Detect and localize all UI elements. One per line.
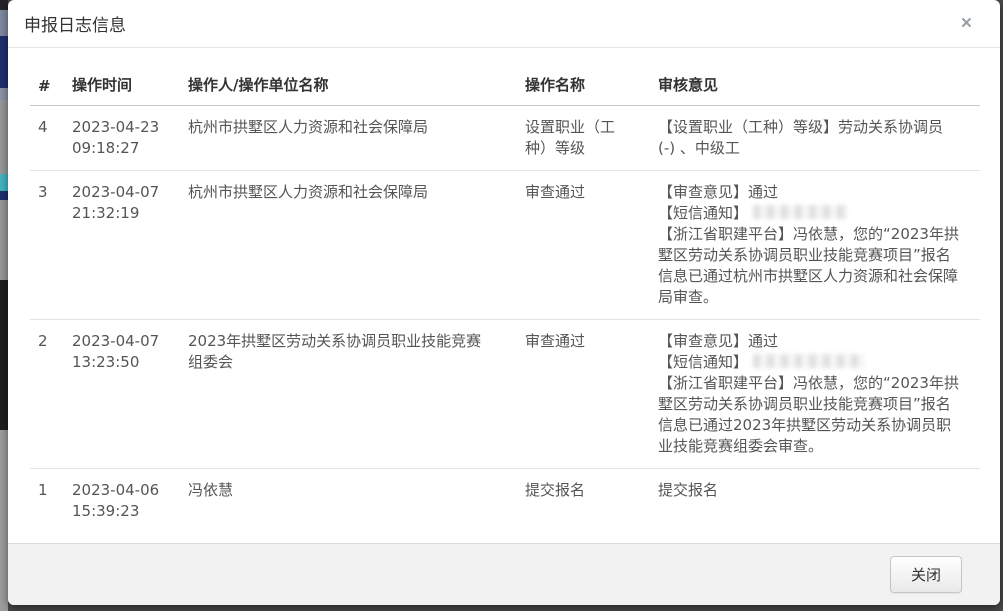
operation-name: 提交报名	[517, 469, 650, 534]
review-opinion: 【审查意见】通过 【短信通知】 【浙江省职建平台】冯依慧，您的“2023年拱墅区…	[650, 320, 980, 469]
review-opinion: 【设置职业（工种）等级】劳动关系协调员 (-) 、中级工	[650, 106, 980, 171]
column-header-opinion: 审核意见	[650, 60, 980, 106]
row-index: 4	[30, 106, 64, 171]
operation-time: 2023-04-07 13:23:50	[64, 320, 180, 469]
opinion-line: 【审查意见】通过	[658, 182, 964, 203]
opinion-line: 【审查意见】通过	[658, 331, 964, 352]
operation-name: 设置职业（工种）等级	[517, 106, 650, 171]
table-header-row: # 操作时间 操作人/操作单位名称 操作名称 审核意见	[30, 60, 980, 106]
dialog-header: 申报日志信息 ×	[8, 0, 1000, 48]
opinion-line: 【浙江省职建平台】冯依慧，您的“2023年拱墅区劳动关系协调员职业技能竞赛项目”…	[658, 224, 964, 308]
redacted-phone-number	[753, 354, 865, 368]
operation-name: 审查通过	[517, 320, 650, 469]
review-opinion: 提交报名	[650, 469, 980, 534]
table-row: 3 2023-04-07 21:32:19 杭州市拱墅区人力资源和社会保障局 审…	[30, 171, 980, 320]
close-icon[interactable]: ×	[955, 12, 978, 35]
operation-time: 2023-04-07 21:32:19	[64, 171, 180, 320]
dialog-footer: 关闭	[8, 543, 1000, 605]
row-index: 3	[30, 171, 64, 320]
dialog-title: 申报日志信息	[24, 11, 126, 36]
dialog-body: # 操作时间 操作人/操作单位名称 操作名称 审核意见 4 2023-04-23…	[8, 48, 1000, 543]
review-opinion: 【审查意见】通过 【短信通知】 【浙江省职建平台】冯依慧，您的“2023年拱墅区…	[650, 171, 980, 320]
opinion-line: 【短信通知】	[658, 352, 964, 373]
column-header-operator: 操作人/操作单位名称	[180, 60, 517, 106]
opinion-line: 【短信通知】	[658, 203, 964, 224]
operator-name: 杭州市拱墅区人力资源和社会保障局	[180, 106, 517, 171]
close-button[interactable]: 关闭	[890, 556, 962, 593]
row-index: 2	[30, 320, 64, 469]
column-header-time: 操作时间	[64, 60, 180, 106]
redacted-phone-number	[753, 205, 848, 219]
column-header-operation: 操作名称	[517, 60, 650, 106]
operation-name: 审查通过	[517, 171, 650, 320]
operator-name: 冯依慧	[180, 469, 517, 534]
operation-time: 2023-04-06 15:39:23	[64, 469, 180, 534]
table-row: 4 2023-04-23 09:18:27 杭州市拱墅区人力资源和社会保障局 设…	[30, 106, 980, 171]
operator-name: 杭州市拱墅区人力资源和社会保障局	[180, 171, 517, 320]
opinion-line: 【浙江省职建平台】冯依慧，您的“2023年拱墅区劳动关系协调员职业技能竞赛项目”…	[658, 373, 964, 457]
table-row: 2 2023-04-07 13:23:50 2023年拱墅区劳动关系协调员职业技…	[30, 320, 980, 469]
table-row: 1 2023-04-06 15:39:23 冯依慧 提交报名 提交报名	[30, 469, 980, 534]
column-header-index: #	[30, 60, 64, 106]
log-table: # 操作时间 操作人/操作单位名称 操作名称 审核意见 4 2023-04-23…	[30, 60, 980, 533]
operation-time: 2023-04-23 09:18:27	[64, 106, 180, 171]
operator-name: 2023年拱墅区劳动关系协调员职业技能竞赛组委会	[180, 320, 517, 469]
background-page-sliver	[0, 0, 8, 611]
declaration-log-dialog: 申报日志信息 × # 操作时间 操作人/操作单位名称 操作名称 审核意见 4 2…	[8, 0, 1000, 605]
row-index: 1	[30, 469, 64, 534]
